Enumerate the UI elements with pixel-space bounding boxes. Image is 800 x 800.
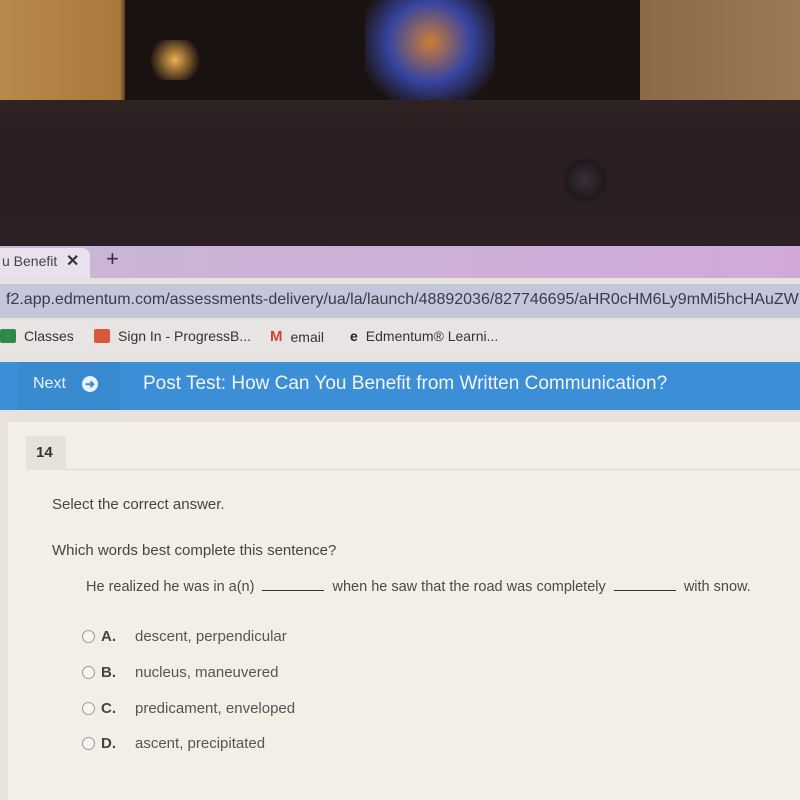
blank [613, 578, 676, 591]
choice-letter: D. [101, 735, 116, 752]
classroom-icon [0, 329, 16, 343]
question-sentence: He realized he was in a(n) when he saw t… [86, 578, 751, 595]
bookmark-label: email [290, 328, 324, 345]
choice-b[interactable]: B. nucleus, maneuvered [82, 664, 278, 681]
tab-title: u Benefit [2, 253, 58, 269]
bookmark-label: Sign In - ProgressB... [118, 328, 252, 344]
question-panel: 14 Select the correct answer. Which word… [8, 422, 800, 800]
laptop-screen: u Benefit ✕ + f2.app.edmentum.com/assess… [0, 246, 800, 800]
sentence-part: when he saw that the road was completely [332, 579, 606, 595]
next-button[interactable]: Next ➜ [18, 362, 120, 410]
tab-strip: u Benefit ✕ + [0, 246, 800, 278]
choice-letter: B. [101, 664, 116, 681]
gmail-icon: M [270, 328, 283, 345]
arrow-right-circle-icon: ➜ [82, 376, 98, 392]
family-icon [94, 329, 110, 343]
choice-text: descent, perpendicular [135, 628, 287, 645]
question-number-text: 14 [36, 444, 53, 461]
plus-icon[interactable]: + [106, 246, 119, 272]
choice-letter: A. [101, 628, 116, 645]
browser-tab[interactable]: u Benefit ✕ [0, 248, 90, 278]
bookmark-sign-in[interactable]: Sign In - ProgressB... [94, 328, 251, 344]
bookmarks-bar: Classes Sign In - ProgressB... M email e… [0, 320, 800, 354]
blank [262, 578, 325, 591]
laptop-bezel [0, 100, 800, 250]
question-prompt: Which words best complete this sentence? [52, 542, 337, 559]
bookmark-label: Edmentum® Learni... [365, 328, 499, 344]
radio-button[interactable] [82, 666, 95, 679]
choice-text: ascent, precipitated [135, 735, 266, 752]
radio-button[interactable] [82, 630, 95, 643]
lamp-reflection [145, 40, 205, 80]
radio-button[interactable] [82, 702, 95, 715]
webcam [563, 158, 607, 202]
edmentum-icon: e [350, 328, 358, 344]
divider [66, 469, 800, 470]
close-icon[interactable]: ✕ [66, 251, 79, 271]
instruction: Select the correct answer. [52, 496, 225, 513]
address-bar[interactable]: f2.app.edmentum.com/assessments-delivery… [0, 284, 800, 318]
question-number: 14 [26, 436, 66, 470]
bookmark-label: Classes [24, 328, 74, 344]
choice-text: predicament, enveloped [135, 700, 296, 717]
sentence-part: with snow. [683, 579, 751, 595]
assessment-toolbar: Next ➜ Post Test: How Can You Benefit fr… [0, 362, 800, 410]
choice-text: nucleus, maneuvered [135, 664, 279, 681]
bookmark-classes[interactable]: Classes [0, 328, 74, 344]
radio-button[interactable] [82, 737, 95, 750]
sentence-part: He realized he was in a(n) [86, 579, 255, 595]
choice-d[interactable]: D. ascent, precipitated [82, 735, 265, 752]
choice-c[interactable]: C. predicament, enveloped [82, 700, 295, 717]
choice-a[interactable]: A. descent, perpendicular [82, 628, 287, 645]
tv-picture [365, 0, 495, 105]
page-title: Post Test: How Can You Benefit from Writ… [143, 373, 668, 394]
url-text[interactable]: f2.app.edmentum.com/assessments-delivery… [6, 291, 799, 309]
next-label: Next [33, 375, 66, 392]
bookmark-email[interactable]: M email [270, 328, 324, 345]
choice-letter: C. [101, 700, 116, 717]
bookmark-edmentum[interactable]: e Edmentum® Learni... [350, 328, 498, 344]
